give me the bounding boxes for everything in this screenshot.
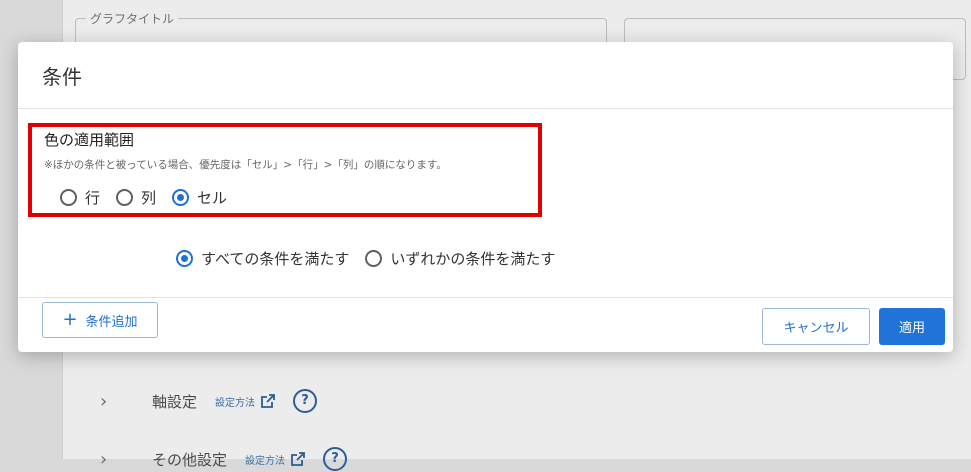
- color-scope-radio-group: 行 列 セル: [60, 187, 243, 208]
- external-link-icon[interactable]: [261, 394, 275, 408]
- axis-settings-link[interactable]: 設定方法: [215, 394, 255, 409]
- radio-match-all[interactable]: [176, 250, 193, 267]
- condition-dialog: 条件 色の適用範囲 ※ほかの条件と被っている場合、優先度は「セル」>「行」>「列…: [18, 42, 953, 352]
- other-settings-label: その他設定: [152, 450, 228, 469]
- axis-settings-label: 軸設定: [152, 392, 198, 411]
- radio-row[interactable]: [60, 189, 77, 206]
- help-icon[interactable]: ?: [323, 447, 348, 471]
- axis-settings-row[interactable]: › 軸設定 設定方法 ?: [100, 388, 318, 414]
- color-scope-title: 色の適用範囲: [44, 131, 135, 149]
- scope-option-cell[interactable]: セル: [172, 187, 227, 208]
- match-mode-radio-group: すべての条件を満たす いずれかの条件を満たす: [176, 248, 571, 269]
- help-icon[interactable]: ?: [293, 389, 318, 413]
- dialog-title: 条件: [42, 64, 82, 89]
- chevron-right-icon[interactable]: ›: [100, 449, 114, 470]
- priority-note: ※ほかの条件と被っている場合、優先度は「セル」>「行」>「列」の順になります。: [44, 159, 447, 171]
- radio-label: 列: [141, 189, 157, 207]
- apply-button[interactable]: 適用: [879, 308, 945, 345]
- radio-column[interactable]: [116, 189, 134, 206]
- cancel-button[interactable]: キャンセル: [762, 308, 870, 345]
- radio-label: セル: [197, 189, 228, 207]
- graph-title-legend: グラフタイトル: [86, 10, 179, 27]
- other-settings-link[interactable]: 設定方法: [245, 452, 285, 467]
- radio-label: 行: [85, 189, 101, 207]
- external-link-icon[interactable]: [291, 452, 305, 466]
- dialog-footer: キャンセル 適用: [18, 298, 953, 353]
- dialog-body: 色の適用範囲 ※ほかの条件と被っている場合、優先度は「セル」>「行」>「列」の順…: [18, 109, 953, 338]
- scope-option-row[interactable]: 行: [60, 187, 100, 208]
- other-settings-row[interactable]: › その他設定 設定方法 ?: [100, 446, 348, 472]
- match-option-any[interactable]: いずれかの条件を満たす: [365, 248, 555, 269]
- chevron-right-icon[interactable]: ›: [100, 391, 114, 412]
- radio-match-any[interactable]: [365, 250, 383, 267]
- radio-cell[interactable]: [172, 189, 190, 206]
- match-option-all[interactable]: すべての条件を満たす: [176, 248, 349, 269]
- radio-label: いずれかの条件を満たす: [390, 250, 556, 268]
- radio-label: すべての条件を満たす: [201, 250, 350, 268]
- dialog-header: 条件: [18, 42, 953, 109]
- scope-option-column[interactable]: 列: [116, 187, 156, 208]
